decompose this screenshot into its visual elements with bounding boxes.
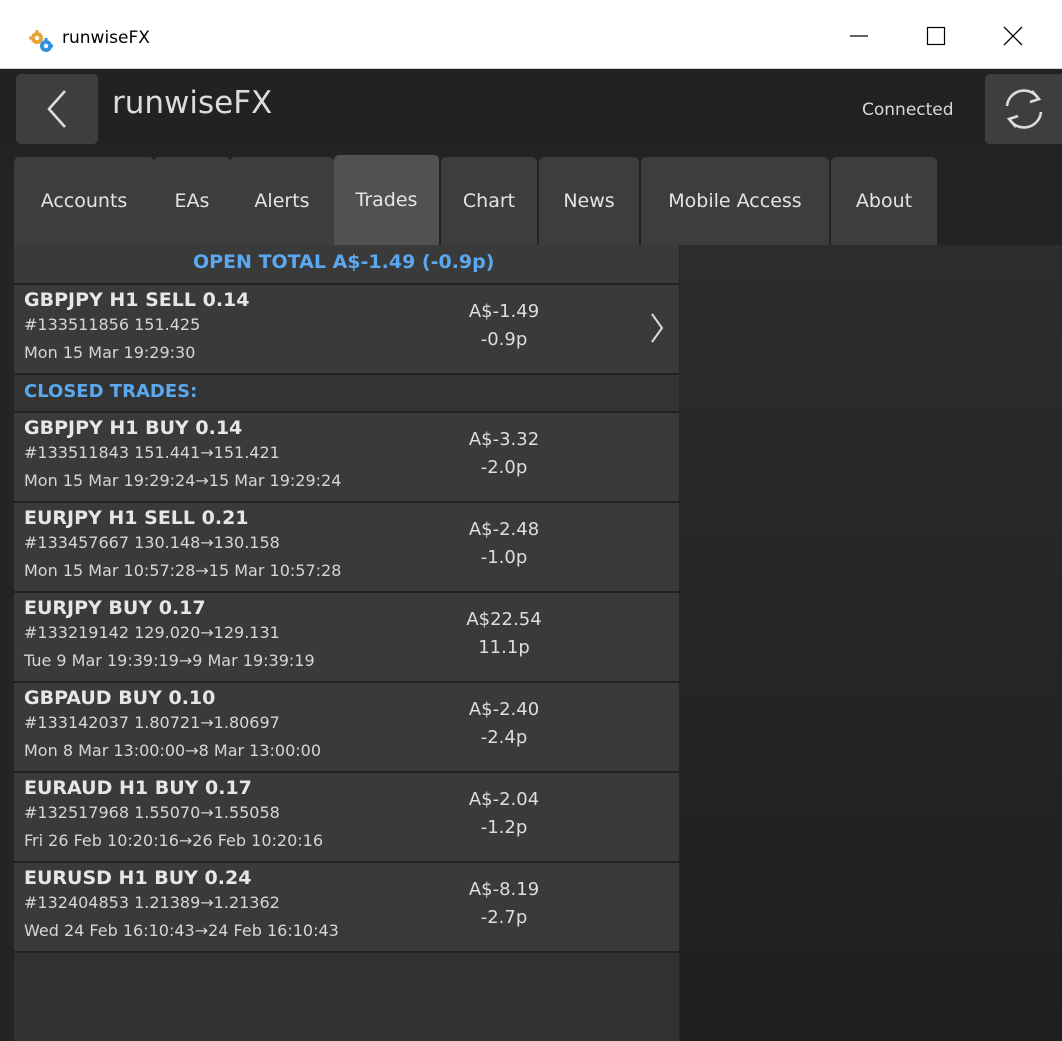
trade-time: Mon 15 Mar 10:57:28→15 Mar 10:57:28 xyxy=(24,561,342,580)
tab-news[interactable]: News xyxy=(539,157,639,245)
tab-label: Mobile Access xyxy=(668,190,802,212)
tab-label: Trades xyxy=(355,189,418,211)
close-icon xyxy=(1003,26,1023,46)
trade-profit: A$-1.49 xyxy=(468,301,540,322)
tab-alerts[interactable]: Alerts xyxy=(230,157,334,245)
trade-profit: A$-2.48 xyxy=(468,519,540,540)
trade-title: EURAUD H1 BUY 0.17 xyxy=(24,777,252,799)
left-margin xyxy=(0,245,14,1041)
window-title: runwiseFX xyxy=(62,28,150,48)
trade-time: Fri 26 Feb 10:20:16→26 Feb 10:20:16 xyxy=(24,831,323,850)
minimize-icon xyxy=(850,35,868,37)
trade-time: Tue 9 Mar 19:39:19→9 Mar 19:39:19 xyxy=(24,651,315,670)
trade-profit: A$-2.40 xyxy=(468,699,540,720)
tab-label: News xyxy=(563,190,615,212)
window-title-bar: runwiseFX xyxy=(0,0,1062,69)
maximize-button[interactable] xyxy=(903,0,969,69)
back-button[interactable] xyxy=(16,74,98,144)
refresh-icon xyxy=(1005,89,1043,129)
open-trade-row[interactable]: GBPJPY H1 SELL 0.14 #133511856 151.425 M… xyxy=(14,285,679,375)
closed-trade-row[interactable]: EURUSD H1 BUY 0.24 #132404853 1.21389→1.… xyxy=(14,863,679,953)
trade-pips: -1.0p xyxy=(480,547,528,568)
chevron-left-icon xyxy=(47,90,66,128)
maximize-icon xyxy=(926,26,946,46)
trade-title: EURUSD H1 BUY 0.24 xyxy=(24,867,252,889)
closed-trade-row[interactable]: GBPJPY H1 BUY 0.14 #133511843 151.441→15… xyxy=(14,413,679,503)
trade-details: #133511843 151.441→151.421 xyxy=(24,443,280,462)
tab-trades[interactable]: Trades xyxy=(334,155,439,245)
trade-time: Mon 15 Mar 19:29:24→15 Mar 19:29:24 xyxy=(24,471,342,490)
trade-pips: 11.1p xyxy=(478,637,530,658)
closed-trade-row[interactable]: EURJPY BUY 0.17 #133219142 129.020→129.1… xyxy=(14,593,679,683)
trade-title: GBPJPY H1 BUY 0.14 xyxy=(24,417,243,439)
open-total-header: OPEN TOTAL A$-1.49 (-0.9p) xyxy=(14,245,679,285)
tab-label: Alerts xyxy=(254,190,310,212)
trade-details: #133142037 1.80721→1.80697 xyxy=(24,713,280,732)
trades-list[interactable]: OPEN TOTAL A$-1.49 (-0.9p) GBPJPY H1 SEL… xyxy=(14,245,680,1041)
trade-pips: -2.7p xyxy=(480,907,528,928)
trade-profit: A$-2.04 xyxy=(468,789,540,810)
tab-label: Accounts xyxy=(40,190,128,212)
trade-title: GBPJPY H1 SELL 0.14 xyxy=(24,289,250,311)
trade-title: EURJPY BUY 0.17 xyxy=(24,597,206,619)
trade-pips: -0.9p xyxy=(480,329,528,350)
trade-details: #133457667 130.148→130.158 xyxy=(24,533,280,552)
trade-pips: -2.0p xyxy=(480,457,528,478)
closed-trades-label: CLOSED TRADES: xyxy=(24,381,198,402)
gears-icon xyxy=(28,29,54,55)
closed-trades-header: CLOSED TRADES: xyxy=(14,375,679,413)
trade-profit: A$22.54 xyxy=(466,609,542,630)
chevron-right-icon[interactable] xyxy=(649,311,665,349)
trade-pips: -2.4p xyxy=(480,727,528,748)
closed-trade-row[interactable]: GBPAUD BUY 0.10 #133142037 1.80721→1.806… xyxy=(14,683,679,773)
minimize-button[interactable] xyxy=(826,0,892,69)
tab-bar: Accounts EAs Alerts Trades Chart News Mo… xyxy=(0,149,1062,245)
closed-trade-row[interactable]: EURJPY H1 SELL 0.21 #133457667 130.148→1… xyxy=(14,503,679,593)
tab-label: About xyxy=(855,190,913,212)
trade-time: Mon 8 Mar 13:00:00→8 Mar 13:00:00 xyxy=(24,741,322,760)
trade-time: Mon 15 Mar 19:29:30 xyxy=(24,343,196,362)
trade-profit: A$-8.19 xyxy=(468,879,540,900)
trade-pips: -1.2p xyxy=(480,817,528,838)
tab-chart[interactable]: Chart xyxy=(441,157,537,245)
connection-status: Connected xyxy=(862,100,954,120)
tab-label: Chart xyxy=(462,190,516,212)
refresh-button[interactable] xyxy=(985,74,1062,144)
trade-profit: A$-3.32 xyxy=(468,429,540,450)
trade-title: EURJPY H1 SELL 0.21 xyxy=(24,507,249,529)
tab-about[interactable]: About xyxy=(831,157,937,245)
trade-title: GBPAUD BUY 0.10 xyxy=(24,687,216,709)
close-button[interactable] xyxy=(980,0,1046,69)
tab-eas[interactable]: EAs xyxy=(154,157,230,245)
tab-mobile-access[interactable]: Mobile Access xyxy=(641,157,829,245)
open-total-label: OPEN TOTAL A$-1.49 (-0.9p) xyxy=(193,251,495,273)
app-title: runwiseFX xyxy=(112,85,273,121)
trade-details: #132404853 1.21389→1.21362 xyxy=(24,893,280,912)
app-header: runwiseFX Connected xyxy=(0,69,1062,149)
tab-label: EAs xyxy=(174,190,210,212)
closed-trade-row[interactable]: EURAUD H1 BUY 0.17 #132517968 1.55070→1.… xyxy=(14,773,679,863)
trade-details: #133511856 151.425 xyxy=(24,315,201,334)
trade-details: #133219142 129.020→129.131 xyxy=(24,623,280,642)
trade-details: #132517968 1.55070→1.55058 xyxy=(24,803,280,822)
trades-content: OPEN TOTAL A$-1.49 (-0.9p) GBPJPY H1 SEL… xyxy=(0,245,1062,1041)
trade-time: Wed 24 Feb 16:10:43→24 Feb 16:10:43 xyxy=(24,921,339,940)
tab-accounts[interactable]: Accounts xyxy=(14,157,154,245)
